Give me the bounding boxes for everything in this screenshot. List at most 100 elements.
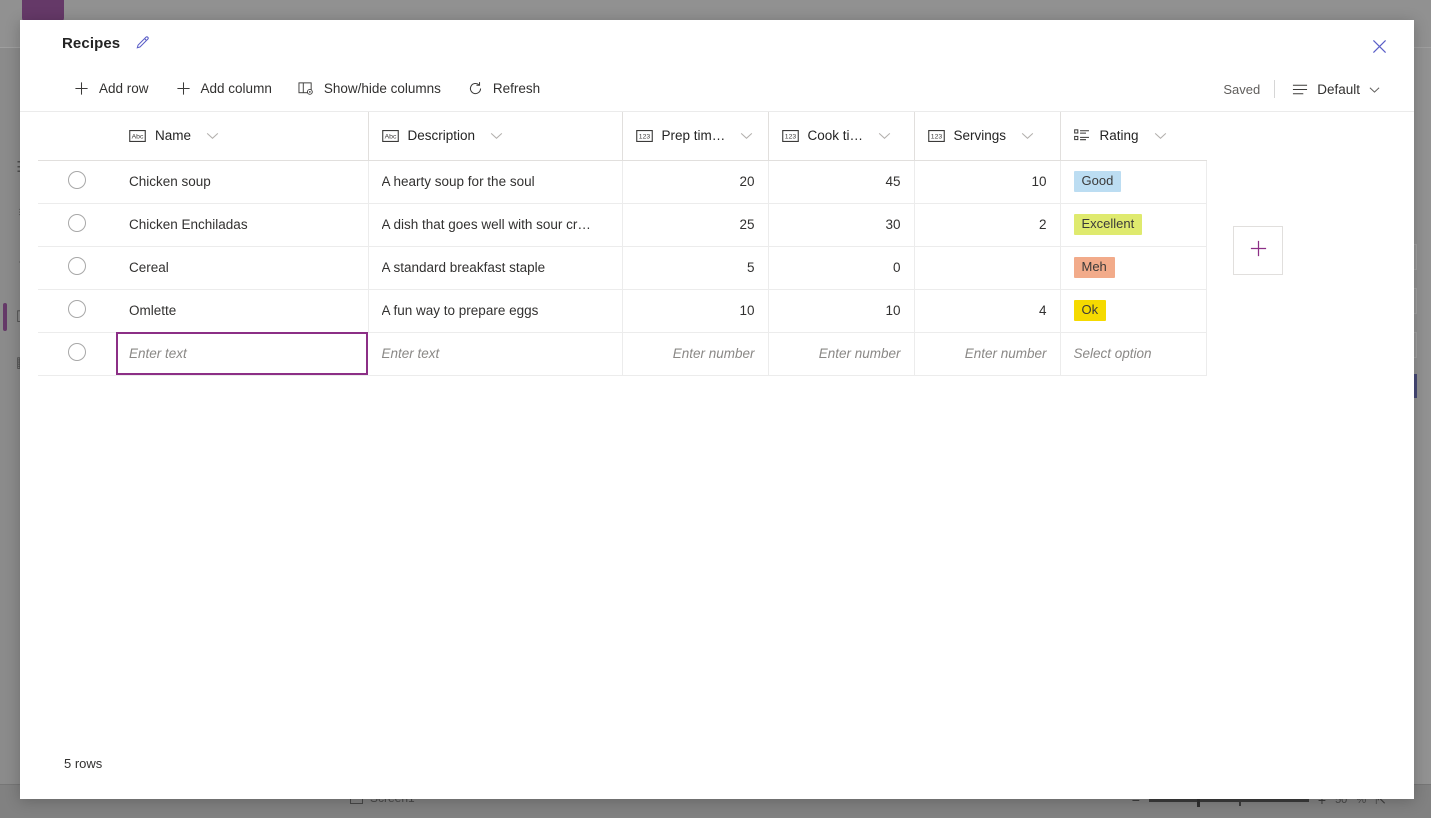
- select-all-header[interactable]: [38, 112, 116, 160]
- columns-icon: [298, 80, 315, 97]
- cell-value: 20: [739, 174, 754, 189]
- cell-description[interactable]: A hearty soup for the soul: [368, 160, 622, 203]
- cell-cook-time[interactable]: 45: [768, 160, 914, 203]
- cell-description[interactable]: A standard breakfast staple: [368, 246, 622, 289]
- recipes-table: Abc Name: [38, 112, 1207, 376]
- cell-rating[interactable]: Good: [1060, 160, 1206, 203]
- cell-cook-time[interactable]: 30: [768, 203, 914, 246]
- close-icon[interactable]: [1364, 31, 1394, 61]
- cell-name[interactable]: Chicken Enchiladas: [116, 203, 368, 246]
- cell-value: 0: [893, 260, 901, 275]
- chevron-down-icon[interactable]: [740, 132, 753, 140]
- chevron-down-icon: [1369, 82, 1380, 97]
- show-hide-columns-button[interactable]: Show/hide columns: [287, 73, 452, 105]
- table-row[interactable]: Omlette A fun way to prepare eggs 10 10 …: [38, 289, 1206, 332]
- new-row-prep-time-input[interactable]: Enter number: [622, 332, 768, 375]
- cell-prep-time[interactable]: 5: [622, 246, 768, 289]
- column-header-name[interactable]: Abc Name: [116, 112, 368, 160]
- cell-cook-time[interactable]: 10: [768, 289, 914, 332]
- column-header-label: Prep tim…: [662, 128, 726, 143]
- cell-value: A dish that goes well with sour cr…: [382, 217, 609, 232]
- add-column-label: Add column: [201, 81, 272, 96]
- column-header-label: Name: [155, 128, 191, 143]
- table-row[interactable]: Chicken Enchiladas A dish that goes well…: [38, 203, 1206, 246]
- cell-prep-time[interactable]: 25: [622, 203, 768, 246]
- svg-text:123: 123: [638, 133, 650, 140]
- cell-servings[interactable]: 10: [914, 160, 1060, 203]
- chevron-down-icon[interactable]: [490, 132, 503, 140]
- row-select-cell[interactable]: [38, 160, 116, 203]
- cell-servings[interactable]: 4: [914, 289, 1060, 332]
- cell-value: 5: [747, 260, 755, 275]
- chevron-down-icon[interactable]: [1021, 132, 1034, 140]
- data-grid: Abc Name: [20, 112, 1414, 376]
- row-select-circle[interactable]: [68, 171, 86, 189]
- placeholder-text: Select option: [1074, 346, 1152, 361]
- row-select-cell[interactable]: [38, 203, 116, 246]
- placeholder-text: Enter text: [382, 346, 440, 361]
- column-header-cook-time[interactable]: 123 Cook ti…: [768, 112, 914, 160]
- add-column-grid-button[interactable]: [1233, 226, 1283, 275]
- cell-value: 10: [739, 303, 754, 318]
- row-count-label: 5 rows: [64, 756, 102, 771]
- svg-text:123: 123: [930, 133, 942, 140]
- row-select-circle[interactable]: [68, 257, 86, 275]
- table-body: Chicken soup A hearty soup for the soul …: [38, 160, 1206, 375]
- row-select-cell[interactable]: [38, 332, 116, 375]
- column-header-description[interactable]: Abc Description: [368, 112, 622, 160]
- add-column-button[interactable]: Add column: [164, 73, 283, 105]
- status-badge: Excellent: [1074, 214, 1143, 236]
- abc-text-icon: Abc: [382, 129, 399, 142]
- cell-value: 30: [885, 217, 900, 232]
- pencil-edit-icon[interactable]: [133, 34, 151, 52]
- add-row-button[interactable]: Add row: [62, 73, 160, 105]
- status-badge: Ok: [1074, 300, 1107, 322]
- column-header-servings[interactable]: 123 Servings: [914, 112, 1060, 160]
- chevron-down-icon[interactable]: [206, 132, 219, 140]
- choice-list-icon: [1074, 129, 1091, 142]
- cell-description[interactable]: A dish that goes well with sour cr…: [368, 203, 622, 246]
- cell-name[interactable]: Cereal: [116, 246, 368, 289]
- cell-rating[interactable]: Excellent: [1060, 203, 1206, 246]
- cell-servings[interactable]: [914, 246, 1060, 289]
- new-row-description-input[interactable]: Enter text: [368, 332, 622, 375]
- plus-icon: [1249, 239, 1268, 263]
- table-row[interactable]: Cereal A standard breakfast staple 5 0 M…: [38, 246, 1206, 289]
- chevron-down-icon[interactable]: [1154, 132, 1167, 140]
- new-row-rating-select[interactable]: Select option: [1060, 332, 1206, 375]
- row-select-circle[interactable]: [68, 300, 86, 318]
- chevron-down-icon[interactable]: [878, 132, 891, 140]
- cell-name[interactable]: Chicken soup: [116, 160, 368, 203]
- column-header-rating[interactable]: Rating: [1060, 112, 1206, 160]
- cell-value: Omlette: [129, 303, 355, 318]
- cell-prep-time[interactable]: 20: [622, 160, 768, 203]
- new-row-servings-input[interactable]: Enter number: [914, 332, 1060, 375]
- cell-rating[interactable]: Meh: [1060, 246, 1206, 289]
- new-row[interactable]: Enter text Enter text Enter number Enter…: [38, 332, 1206, 375]
- row-select-circle[interactable]: [68, 343, 86, 361]
- cell-description[interactable]: A fun way to prepare eggs: [368, 289, 622, 332]
- cell-rating[interactable]: Ok: [1060, 289, 1206, 332]
- cell-name[interactable]: Omlette: [116, 289, 368, 332]
- column-header-prep-time[interactable]: 123 Prep tim…: [622, 112, 768, 160]
- new-row-name-input[interactable]: Enter text: [116, 332, 368, 375]
- recipes-data-dialog: Recipes Add row Add column: [20, 20, 1414, 799]
- toolbar-right-group: Saved Default: [1223, 66, 1392, 112]
- cell-servings[interactable]: 2: [914, 203, 1060, 246]
- row-select-cell[interactable]: [38, 289, 116, 332]
- cell-prep-time[interactable]: 10: [622, 289, 768, 332]
- table-header-row: Abc Name: [38, 112, 1206, 160]
- view-selector[interactable]: Default: [1275, 73, 1392, 105]
- new-row-cook-time-input[interactable]: Enter number: [768, 332, 914, 375]
- table-row[interactable]: Chicken soup A hearty soup for the soul …: [38, 160, 1206, 203]
- column-header-label: Servings: [954, 128, 1007, 143]
- refresh-button[interactable]: Refresh: [456, 73, 551, 105]
- cell-value: Chicken Enchiladas: [129, 217, 355, 232]
- cell-cook-time[interactable]: 0: [768, 246, 914, 289]
- 123-number-icon: 123: [928, 129, 945, 142]
- refresh-icon: [467, 80, 484, 97]
- row-select-cell[interactable]: [38, 246, 116, 289]
- cell-value: 25: [739, 217, 754, 232]
- row-select-circle[interactable]: [68, 214, 86, 232]
- status-badge: Meh: [1074, 257, 1115, 279]
